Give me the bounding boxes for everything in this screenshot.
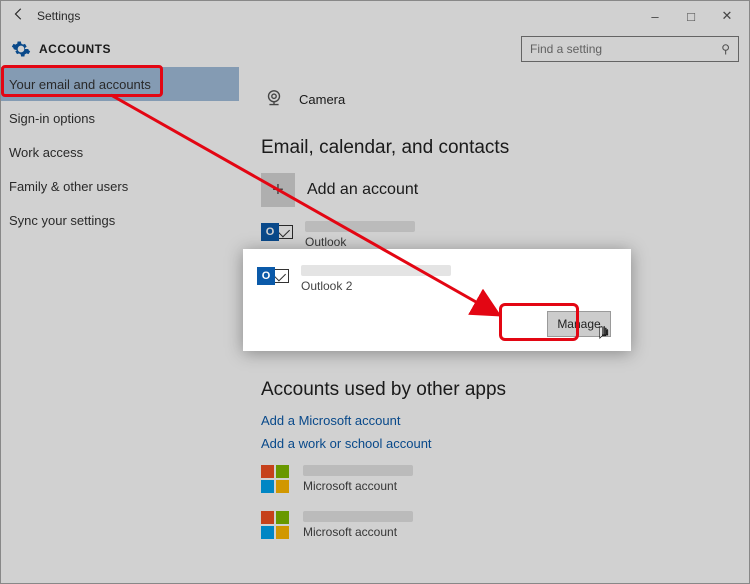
- account-email-redacted: [303, 511, 413, 522]
- settings-header: ACCOUNTS Find a setting ⚲: [1, 31, 749, 67]
- sidebar-item-work-access[interactable]: Work access: [1, 135, 239, 169]
- account-email-redacted: [301, 265, 451, 276]
- selected-account-card: O Outlook 2 Manage: [243, 249, 631, 351]
- sidebar: Your email and accounts Sign-in options …: [1, 67, 239, 583]
- ms-account-row-1[interactable]: Microsoft account: [261, 459, 727, 499]
- outlook-icon: O: [261, 221, 295, 249]
- account-service: Microsoft account: [303, 525, 397, 539]
- section-other-apps-title: Accounts used by other apps: [261, 379, 727, 401]
- camera-label: Camera: [299, 92, 345, 107]
- camera-icon: [263, 88, 285, 110]
- link-add-ms-account[interactable]: Add a Microsoft account: [261, 413, 727, 428]
- close-button[interactable]: ✕: [709, 8, 745, 24]
- camera-row[interactable]: Camera: [261, 75, 727, 123]
- sidebar-item-family[interactable]: Family & other users: [1, 169, 239, 203]
- account-service: Outlook 2: [301, 279, 352, 293]
- microsoft-logo-icon: [261, 511, 289, 539]
- account-row-outlook2[interactable]: O Outlook 2: [257, 259, 617, 299]
- sidebar-item-sync[interactable]: Sync your settings: [1, 203, 239, 237]
- link-add-work-account[interactable]: Add a work or school account: [261, 436, 727, 451]
- titlebar: Settings – □ ✕: [1, 1, 749, 31]
- add-account-button[interactable]: + Add an account: [261, 171, 727, 209]
- account-email-redacted: [303, 465, 413, 476]
- settings-window: Settings – □ ✕ ACCOUNTS Find a setting ⚲…: [0, 0, 750, 584]
- window-title: Settings: [37, 9, 80, 23]
- back-button[interactable]: [5, 7, 33, 26]
- outlook-icon: O: [257, 265, 291, 293]
- search-input[interactable]: Find a setting ⚲: [521, 36, 739, 62]
- microsoft-logo-icon: [261, 465, 289, 493]
- section-email-title: Email, calendar, and contacts: [261, 137, 727, 159]
- search-placeholder: Find a setting: [530, 42, 602, 56]
- minimize-button[interactable]: –: [637, 9, 673, 24]
- plus-icon: +: [261, 173, 295, 207]
- search-icon: ⚲: [721, 42, 730, 56]
- manage-button[interactable]: Manage: [547, 311, 611, 337]
- sidebar-item-signin[interactable]: Sign-in options: [1, 101, 239, 135]
- account-email-redacted: [305, 221, 415, 232]
- ms-account-row-2[interactable]: Microsoft account: [261, 505, 727, 545]
- account-service: Outlook: [305, 235, 346, 249]
- add-account-label: Add an account: [307, 181, 418, 199]
- account-service: Microsoft account: [303, 479, 397, 493]
- maximize-button[interactable]: □: [673, 9, 709, 24]
- page-title: ACCOUNTS: [39, 42, 111, 56]
- gear-icon: [11, 39, 31, 59]
- sidebar-item-your-email[interactable]: Your email and accounts: [1, 67, 239, 101]
